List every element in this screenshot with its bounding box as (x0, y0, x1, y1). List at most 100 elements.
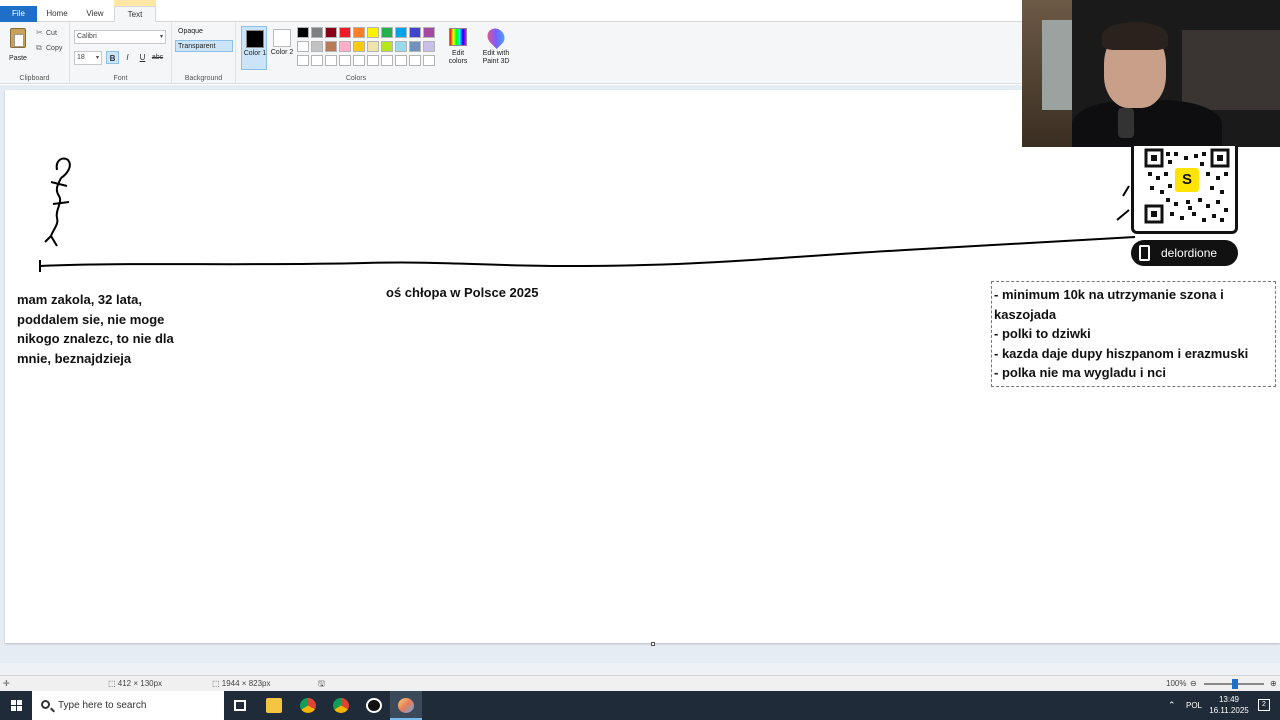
chrome-button[interactable] (292, 691, 324, 720)
qr-code-card: S (1131, 146, 1238, 234)
copy-icon: ⧉ (36, 43, 42, 52)
move-cursor-icon: ✛ (3, 679, 10, 688)
color1-swatch (246, 30, 264, 48)
canvas-size: ⬚ 1944 × 823px (212, 679, 271, 688)
tab-text[interactable]: Text (114, 6, 156, 23)
palette-swatch[interactable] (409, 55, 421, 66)
zoom-out-icon[interactable]: ⊖ (1190, 676, 1197, 692)
note-left-line: mam zakola, 32 lata, (17, 292, 143, 307)
palette-swatch[interactable] (339, 27, 351, 38)
edit-colors-button[interactable]: Edit colors (445, 26, 471, 70)
canvas-size-value: 1944 × 823px (221, 679, 271, 688)
palette-swatch[interactable] (297, 27, 309, 38)
zoom-in-icon[interactable]: ⊕ (1270, 676, 1277, 692)
tab-home[interactable]: Home (40, 6, 74, 22)
stick-figure-head (55, 157, 71, 179)
tab-file[interactable]: File (0, 6, 37, 22)
palette-swatch[interactable] (367, 27, 379, 38)
palette-row (297, 41, 445, 52)
palette-swatch[interactable] (325, 27, 337, 38)
chrome-button[interactable] (325, 691, 357, 720)
paste-button[interactable]: Paste (6, 26, 30, 62)
copy-button[interactable]: ⧉ Copy (36, 42, 62, 54)
axis-title: oś chłopa w Polsce 2025 (386, 285, 539, 300)
clock[interactable]: 13:49 16.11.2025 (1204, 694, 1254, 716)
palette-swatch[interactable] (381, 41, 393, 52)
tab-view[interactable]: View (78, 6, 112, 22)
palette-swatch[interactable] (339, 55, 351, 66)
paste-label: Paste (9, 55, 27, 62)
file-explorer-button[interactable] (258, 691, 290, 720)
language-indicator[interactable]: POL (1186, 691, 1202, 720)
underline-button[interactable]: U (136, 51, 149, 64)
obs-icon (366, 698, 382, 713)
palette-swatch[interactable] (297, 41, 309, 52)
palette-swatch[interactable] (381, 55, 393, 66)
bold-button[interactable]: B (106, 51, 119, 64)
right-figure-stroke (1116, 185, 1130, 221)
palette-swatch[interactable] (395, 41, 407, 52)
strikethrough-button[interactable]: abc (151, 51, 164, 64)
notification-button[interactable]: 2 (1258, 699, 1270, 711)
palette-swatch[interactable] (395, 55, 407, 66)
palette-swatch[interactable] (367, 55, 379, 66)
palette-swatch[interactable] (325, 55, 337, 66)
opaque-option[interactable]: Opaque (176, 26, 234, 38)
cut-button[interactable]: ✂ Cut (36, 27, 57, 39)
note-right-line: - polka nie ma wygladu i nci (994, 365, 1166, 380)
palette-swatch[interactable] (325, 41, 337, 52)
palette-swatch[interactable] (395, 27, 407, 38)
clipboard-icon (10, 28, 26, 48)
palette-swatch[interactable] (367, 41, 379, 52)
note-right-line: - polki to dziwki (994, 326, 1091, 341)
palette-swatch[interactable] (311, 27, 323, 38)
horizontal-scrollbar[interactable] (0, 663, 1280, 675)
palette-swatch[interactable] (297, 55, 309, 66)
start-button[interactable] (0, 691, 32, 720)
edit-with-paint3d-button[interactable]: Edit with Paint 3D (476, 24, 516, 74)
task-view-button[interactable] (224, 691, 256, 720)
palette-swatch[interactable] (409, 27, 421, 38)
microphone (1118, 108, 1134, 138)
font-family-select[interactable]: Calibri ▾ (74, 30, 166, 44)
palette-swatch[interactable] (311, 55, 323, 66)
clipboard-group-label: Clipboard (19, 75, 50, 82)
save-icon: 🖫 (318, 679, 325, 688)
paint-palette-icon (398, 698, 414, 713)
palette-swatch[interactable] (339, 41, 351, 52)
zoom-slider-thumb[interactable] (1232, 679, 1238, 689)
palette-swatch[interactable] (423, 55, 435, 66)
font-size-select[interactable]: 18 ▾ (74, 51, 102, 65)
axis-line (39, 236, 1136, 272)
cut-label: Cut (46, 30, 57, 37)
palette-swatch[interactable] (423, 41, 435, 52)
palette-swatch[interactable] (311, 41, 323, 52)
taskbar-search-input[interactable]: Type here to search (32, 691, 224, 720)
palette-swatch[interactable] (353, 41, 365, 52)
palette-swatch[interactable] (423, 27, 435, 38)
palette-swatch[interactable] (353, 27, 365, 38)
italic-button[interactable]: I (121, 51, 134, 64)
note-left: mam zakola, 32 lata, poddalem sie, nie m… (17, 290, 207, 368)
canvas-resize-handle[interactable] (651, 642, 655, 646)
palette-swatch[interactable] (409, 41, 421, 52)
palette-swatch[interactable] (353, 55, 365, 66)
clock-time: 13:49 (1218, 695, 1240, 704)
chevron-down-icon: ▾ (95, 55, 99, 61)
obs-button[interactable] (358, 691, 390, 720)
zoom-level: 100% (1166, 679, 1187, 688)
font-size-value: 18 (77, 54, 85, 61)
color1-button[interactable]: Color 1 (241, 26, 267, 70)
drawing-canvas[interactable]: mam zakola, 32 lata, poddalem sie, nie m… (5, 90, 1280, 646)
color2-button[interactable]: Color 2 (269, 26, 295, 70)
paint-button[interactable] (390, 691, 422, 720)
note-left-line: poddalem sie, nie moge (17, 311, 165, 327)
text-box-editing[interactable]: - minimum 10k na utrzymanie szona i kasz… (991, 281, 1276, 387)
font-family-value: Calibri (77, 33, 97, 40)
color2-label: Color 2 (270, 49, 294, 56)
note-left-line: mnie, beznajdzieja (17, 350, 132, 366)
background-group-label: Background (184, 75, 223, 82)
transparent-option[interactable]: Transparent (175, 40, 233, 52)
chevron-up-icon[interactable]: ⌃ (1168, 691, 1176, 720)
palette-swatch[interactable] (381, 27, 393, 38)
